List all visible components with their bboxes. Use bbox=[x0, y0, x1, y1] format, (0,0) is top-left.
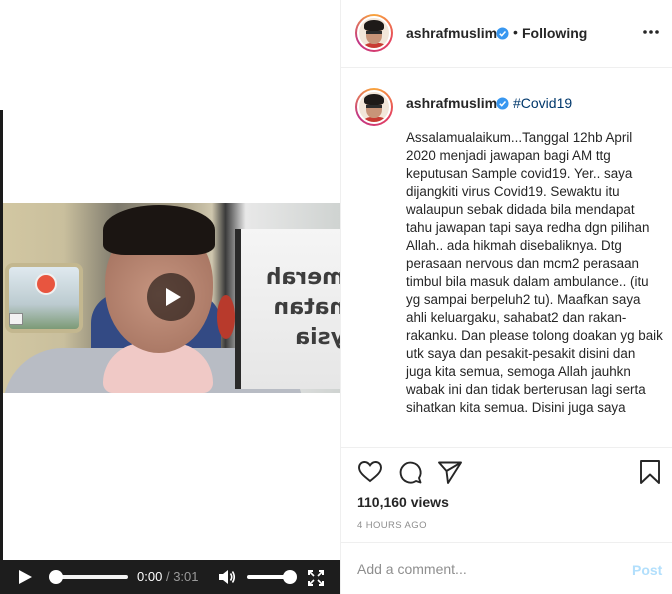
post-actions: 110,160 views 4 HOURS AGO bbox=[341, 447, 672, 541]
paper-plane-icon[interactable] bbox=[437, 459, 463, 485]
caption-text: Assalamualaikum...Tanggal 12hb April 202… bbox=[406, 130, 663, 415]
caption-username[interactable]: ashrafmuslim bbox=[406, 95, 497, 111]
avatar-photo bbox=[357, 16, 391, 50]
bookmark-icon[interactable] bbox=[637, 459, 663, 485]
time-display: 0:00 / 3:01 bbox=[137, 570, 199, 584]
avatar-photo bbox=[357, 90, 391, 124]
fullscreen-icon[interactable] bbox=[308, 570, 324, 586]
play-icon[interactable] bbox=[17, 569, 33, 585]
comment-input[interactable] bbox=[357, 559, 607, 579]
author-avatar[interactable] bbox=[355, 14, 393, 52]
verified-badge-icon bbox=[496, 27, 509, 40]
window-sign bbox=[9, 313, 23, 325]
seek-track[interactable] bbox=[52, 575, 128, 579]
video-play-button[interactable] bbox=[147, 273, 195, 321]
heart-icon[interactable] bbox=[357, 459, 383, 485]
caption-avatar[interactable] bbox=[355, 88, 393, 126]
duration: 3:01 bbox=[173, 569, 199, 584]
window-lettering: merah natan ysia bbox=[265, 265, 340, 350]
comment-icon[interactable] bbox=[397, 459, 423, 485]
verified-badge-icon bbox=[496, 97, 509, 110]
red-emblem bbox=[217, 295, 235, 339]
add-comment-bar: Post bbox=[341, 542, 672, 594]
volume-thumb[interactable] bbox=[283, 570, 297, 584]
post-media: merah natan ysia 0:00 / 3:01 bbox=[0, 0, 340, 594]
post-sidebar: ashrafmuslim • Following ashrafmuslim #C… bbox=[340, 0, 672, 594]
more-options-icon[interactable] bbox=[642, 22, 660, 42]
view-count[interactable]: 110,160 views bbox=[357, 494, 449, 510]
post-comment-button[interactable]: Post bbox=[632, 562, 662, 578]
author-username[interactable]: ashrafmuslim bbox=[406, 25, 497, 41]
post-header: ashrafmuslim • Following bbox=[341, 0, 672, 68]
video-controls: 0:00 / 3:01 bbox=[0, 560, 340, 594]
caption-section: ashrafmuslim #Covid19 Assalamualaikum...… bbox=[341, 69, 672, 447]
person-hair bbox=[103, 205, 215, 255]
header-separator: • bbox=[513, 24, 518, 40]
following-button[interactable]: Following bbox=[522, 25, 587, 41]
window-sticker bbox=[35, 273, 57, 295]
time-separator: / bbox=[165, 569, 170, 584]
volume-icon[interactable] bbox=[218, 569, 236, 585]
play-icon bbox=[165, 288, 181, 306]
current-time: 0:00 bbox=[137, 569, 163, 584]
post-timestamp[interactable]: 4 HOURS AGO bbox=[357, 520, 427, 531]
seek-thumb[interactable] bbox=[49, 570, 63, 584]
caption-hashtag[interactable]: #Covid19 bbox=[513, 95, 572, 111]
